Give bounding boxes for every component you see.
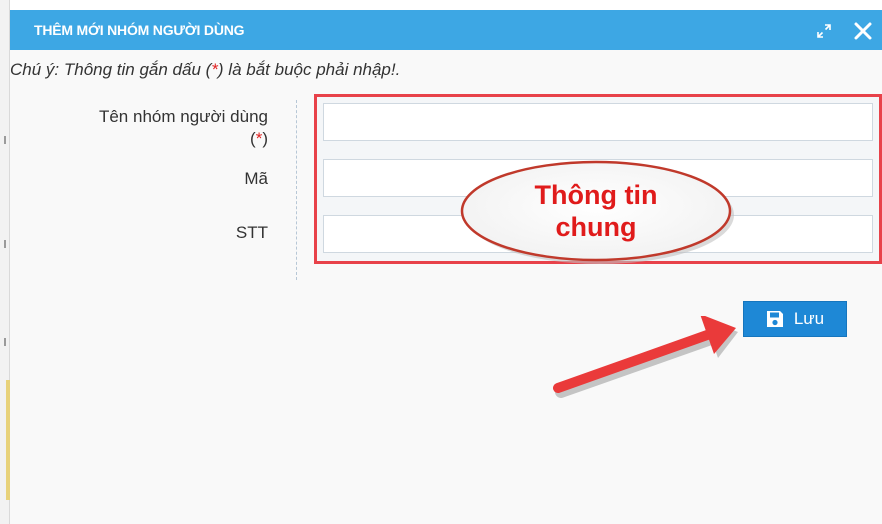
- add-user-group-dialog: THÊM MỚI NHÓM NGƯỜI DÙNG Chú ý: Thông ti…: [10, 10, 882, 524]
- group-name-label: Tên nhóm người dùng: [98, 107, 268, 126]
- callout-bubble: Thông tin chung: [460, 160, 734, 264]
- background-window-edge: [0, 0, 10, 524]
- pointer-arrow: [553, 316, 738, 398]
- required-note: Chú ý: Thông tin gắn dấu (*) là bắt buộc…: [10, 60, 400, 80]
- group-name-input[interactable]: [323, 103, 873, 141]
- callout-ellipse: [460, 160, 732, 262]
- edge-mark: [4, 338, 6, 346]
- required-note-prefix: Chú ý: Thông tin gắn dấu (: [10, 60, 212, 79]
- required-close-paren: ): [262, 129, 268, 148]
- general-info-form: Tên nhóm người dùng (*) Mã STT: [10, 94, 882, 280]
- required-asterisk: *: [211, 60, 218, 79]
- floppy-disk-icon: [766, 311, 783, 327]
- dialog-title: THÊM MỚI NHÓM NGƯỜI DÙNG: [34, 22, 245, 38]
- group-name-required-mark: (*): [250, 128, 268, 149]
- edge-mark: [4, 240, 6, 248]
- save-label: Lưu: [793, 309, 825, 328]
- code-label: Mã: [244, 169, 268, 188]
- edge-mark: [4, 136, 6, 144]
- save-button[interactable]: Lưu: [743, 301, 847, 337]
- required-note-suffix: ) là bắt buộc phải nhập!.: [217, 60, 401, 79]
- callout-line-1: Thông tin: [535, 180, 658, 210]
- expand-icon[interactable]: [816, 23, 832, 39]
- dialog-titlebar: THÊM MỚI NHÓM NGƯỜI DÙNG: [10, 10, 882, 50]
- label-divider: [296, 100, 297, 280]
- callout-line-2: chung: [556, 212, 637, 242]
- order-label: STT: [235, 223, 268, 242]
- close-icon[interactable]: [852, 20, 874, 42]
